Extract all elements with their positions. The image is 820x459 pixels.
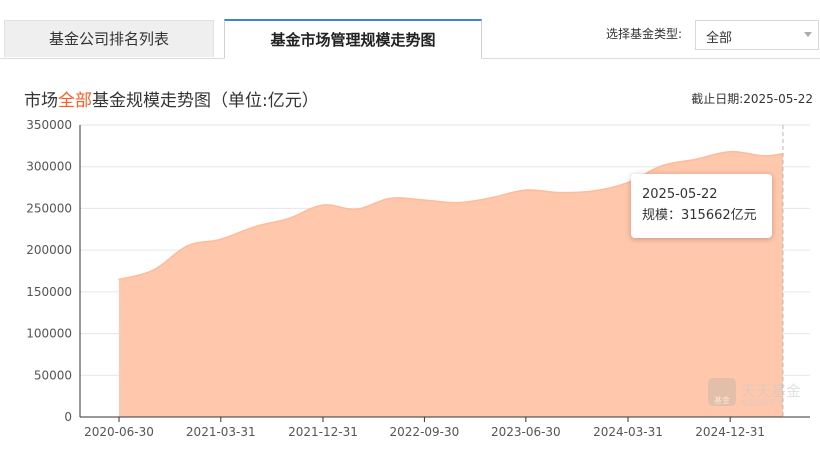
- tooltip-label: 规模：: [642, 208, 682, 223]
- chart-tooltip: 2025-05-22 规模：315662亿元: [631, 174, 772, 238]
- y-tick-label: 250000: [26, 201, 72, 215]
- x-tick-label: 2024-03-31: [593, 425, 663, 439]
- x-tick-label: 2024-12-31: [695, 425, 765, 439]
- y-tick-label: 300000: [26, 160, 72, 174]
- y-tick-label: 150000: [26, 285, 72, 299]
- data-point: [389, 197, 392, 200]
- x-tick-label: 2023-06-30: [491, 425, 561, 439]
- data-point: [491, 196, 493, 199]
- data-point: [152, 269, 154, 271]
- data-point: [186, 245, 189, 247]
- tooltip-value-row: 规模：315662亿元: [642, 205, 761, 226]
- y-tick-label: 0: [64, 410, 72, 424]
- logo-badge-text: 基金: [714, 396, 730, 405]
- y-tick-label: 100000: [26, 327, 72, 341]
- data-point: [288, 217, 290, 220]
- data-point: [627, 181, 629, 184]
- data-point: [355, 208, 358, 211]
- data-point: [118, 278, 120, 281]
- logo-tagline: 财富管理平台: [741, 399, 783, 407]
- data-point: [423, 199, 426, 201]
- x-tick-label: 2022-09-30: [390, 425, 460, 439]
- area-series: [118, 125, 784, 418]
- data-point: [220, 238, 222, 241]
- data-point: [253, 225, 256, 228]
- data-point: [559, 191, 561, 194]
- data-point: [729, 150, 731, 153]
- y-tick-label: 350000: [26, 118, 72, 132]
- data-point: [695, 158, 697, 161]
- tooltip-date: 2025-05-22: [642, 187, 718, 202]
- y-tick-label: 200000: [26, 243, 72, 257]
- data-point: [322, 204, 324, 206]
- x-tick-label: 2021-12-31: [288, 425, 358, 439]
- y-tick-label: 50000: [34, 368, 72, 382]
- data-point: [661, 165, 663, 167]
- data-point: [762, 155, 765, 157]
- data-point: [593, 190, 596, 192]
- x-tick-label: 2021-03-31: [186, 425, 256, 439]
- tooltip-unit: 亿元: [730, 208, 757, 223]
- data-point: [525, 189, 527, 191]
- tooltip-value: 315662: [681, 208, 731, 223]
- x-tick-label: 2020-06-30: [84, 425, 154, 439]
- data-point: [457, 201, 460, 204]
